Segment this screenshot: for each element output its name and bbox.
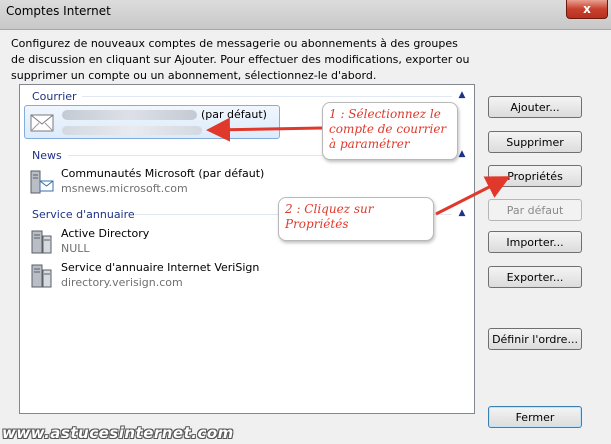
group-label: Service d'annuaire (32, 207, 135, 221)
account-item-text: Service d'annuaire Internet VeriSign dir… (61, 260, 291, 290)
account-item-text: Active Directory NULL (61, 226, 149, 256)
chevron-up-icon[interactable]: ▲ (456, 208, 468, 218)
import-button[interactable]: Importer... (488, 231, 582, 253)
remove-button[interactable]: Supprimer (488, 131, 582, 153)
group-label: News (32, 148, 62, 162)
dialog-description: Configurez de nouveaux comptes de messag… (11, 37, 470, 82)
account-item-mail[interactable]: (par défaut) (24, 105, 280, 139)
account-title: Active Directory (61, 227, 150, 240)
account-title: Service d'annuaire Internet VeriSign (61, 261, 260, 274)
blurred-account-server (62, 125, 202, 135)
internet-accounts-window: Comptes Internet x Configurez de nouveau… (0, 0, 611, 444)
account-server: msnews.microsoft.com (61, 182, 188, 195)
set-default-button[interactable]: Par défaut (488, 199, 582, 221)
close-button[interactable]: x (566, 0, 608, 19)
account-title: Communautés Microsoft (par défaut) (61, 167, 265, 180)
close-dialog-button[interactable]: Fermer (488, 406, 582, 428)
group-divider (82, 96, 452, 97)
add-button[interactable]: Ajouter... (488, 96, 582, 118)
callout-select-account: 1 : Sélectionnez le compte de courrier à… (322, 102, 458, 160)
window-title: Comptes Internet (6, 4, 111, 18)
title-bar: Comptes Internet x (0, 0, 611, 30)
account-server: NULL (61, 242, 90, 255)
group-header-annuaire: Service d'annuaire (32, 207, 135, 221)
account-item-news[interactable]: Communautés Microsoft (par défaut) msnew… (24, 165, 280, 199)
properties-button[interactable]: Propriétés (488, 165, 582, 187)
account-item-active-directory[interactable]: Active Directory NULL (24, 225, 280, 259)
mail-icon (30, 114, 54, 132)
set-order-button[interactable]: Définir l'ordre... (488, 328, 582, 350)
directory-server-icon (31, 264, 52, 288)
callout-click-properties: 2 : Cliquez sur Propriétés (278, 197, 434, 241)
chevron-up-icon[interactable]: ▲ (456, 90, 468, 100)
account-server: directory.verisign.com (61, 276, 183, 289)
group-header-courrier: Courrier (32, 89, 77, 103)
export-button[interactable]: Exporter... (488, 266, 582, 288)
news-server-icon (30, 170, 54, 194)
blurred-account-name (62, 110, 197, 120)
directory-server-icon (31, 230, 52, 254)
account-item-text: (par défaut) (62, 107, 267, 137)
account-item-verisign[interactable]: Service d'annuaire Internet VeriSign dir… (24, 259, 280, 293)
account-default-suffix: (par défaut) (201, 108, 267, 121)
close-icon: x (583, 2, 591, 16)
watermark: www.astucesinternet.com (2, 424, 234, 442)
group-header-news: News (32, 148, 62, 162)
group-label: Courrier (32, 89, 77, 103)
account-item-text: Communautés Microsoft (par défaut) msnew… (61, 166, 291, 196)
